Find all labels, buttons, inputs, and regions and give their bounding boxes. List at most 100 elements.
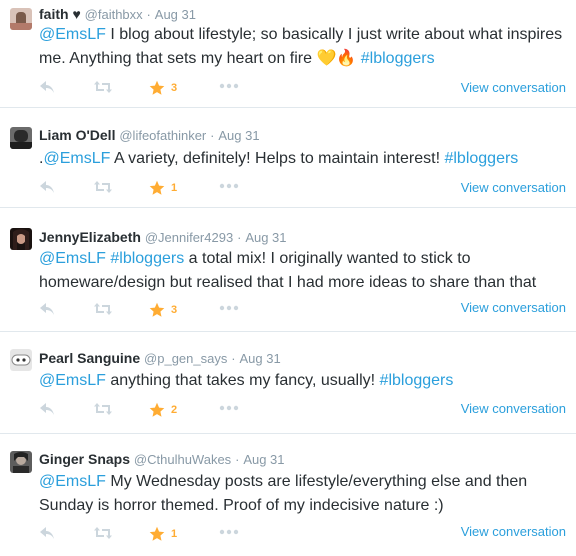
more-button[interactable]: [219, 83, 239, 89]
hashtag-link[interactable]: #lbloggers: [110, 250, 184, 267]
reply-icon: [40, 81, 54, 93]
display-name[interactable]: JennyElizabeth: [39, 229, 141, 245]
tweet-header: Liam O'Dell @lifeofathinker · Aug 31: [39, 127, 260, 143]
avatar[interactable]: [10, 8, 32, 30]
more-icon: [219, 305, 239, 311]
retweet-icon: [94, 303, 112, 315]
retweet-button[interactable]: [93, 526, 113, 540]
star-icon: [149, 180, 165, 195]
mention-link[interactable]: @EmsLF: [39, 250, 106, 267]
reply-icon: [40, 403, 54, 415]
tweet[interactable]: Liam O'Dell @lifeofathinker · Aug 31 .@E…: [0, 108, 576, 208]
retweet-icon: [94, 81, 112, 93]
reply-button[interactable]: [39, 402, 55, 416]
tweet-header: Ginger Snaps @CthulhuWakes · Aug 31: [39, 451, 285, 467]
favorite-button[interactable]: 3: [149, 80, 177, 96]
favorite-button[interactable]: 3: [149, 302, 177, 318]
reply-button[interactable]: [39, 80, 55, 94]
favorite-count: 1: [171, 528, 178, 540]
timestamp[interactable]: Aug 31: [245, 230, 286, 245]
favorite-button[interactable]: 1: [149, 180, 177, 196]
display-name[interactable]: Ginger Snaps: [39, 451, 130, 467]
retweet-button[interactable]: [93, 302, 113, 316]
tweet-text: @EmsLF My Wednesday posts are lifestyle/…: [39, 470, 569, 518]
more-icon: [219, 183, 239, 189]
reply-icon: [40, 181, 54, 193]
more-button[interactable]: [219, 183, 239, 189]
mention-link[interactable]: @EmsLF: [39, 473, 106, 490]
username[interactable]: @lifeofathinker: [119, 128, 206, 143]
reply-icon: [40, 527, 54, 539]
more-button[interactable]: [219, 529, 239, 535]
mention-link[interactable]: @EmsLF: [39, 372, 106, 389]
star-icon: [149, 80, 165, 95]
avatar[interactable]: [10, 228, 32, 250]
tweet-header: Pearl Sanguine @p_gen_says · Aug 31: [39, 350, 281, 366]
timestamp[interactable]: Aug 31: [218, 128, 259, 143]
hashtag-link[interactable]: #lbloggers: [380, 372, 454, 389]
username[interactable]: @CthulhuWakes: [134, 452, 231, 467]
tweet-header: faith ♥ @faithbxx · Aug 31: [39, 6, 196, 22]
more-icon: [219, 405, 239, 411]
view-conversation-link[interactable]: View conversation: [461, 524, 566, 539]
separator: ·: [146, 7, 151, 22]
tweet-text-segment: I blog about lifestyle; so basically I j…: [39, 26, 563, 67]
tweet[interactable]: Ginger Snaps @CthulhuWakes · Aug 31 @Ems…: [0, 434, 576, 556]
timestamp[interactable]: Aug 31: [155, 7, 196, 22]
username[interactable]: @Jennifer4293: [145, 230, 233, 245]
more-icon: [219, 83, 239, 89]
avatar[interactable]: [10, 451, 32, 473]
mention-link[interactable]: @EmsLF: [43, 150, 110, 167]
tweet-text: @EmsLF I blog about lifestyle; so basica…: [39, 23, 569, 71]
username[interactable]: @faithbxx: [85, 7, 143, 22]
star-icon: [149, 402, 165, 417]
tweet-text-segment: anything that takes my fancy, usually!: [105, 372, 380, 389]
avatar[interactable]: [10, 127, 32, 149]
retweet-button[interactable]: [93, 402, 113, 416]
star-icon: [149, 526, 165, 541]
more-icon: [219, 529, 239, 535]
tweet-text: @EmsLF anything that takes my fancy, usu…: [39, 369, 569, 393]
favorite-button[interactable]: 1: [149, 526, 177, 542]
view-conversation-link[interactable]: View conversation: [461, 401, 566, 416]
more-button[interactable]: [219, 305, 239, 311]
separator: ·: [235, 452, 240, 467]
retweet-icon: [94, 181, 112, 193]
retweet-icon: [94, 527, 112, 539]
retweet-icon: [94, 403, 112, 415]
favorite-count: 1: [171, 182, 178, 194]
display-name[interactable]: Pearl Sanguine: [39, 350, 140, 366]
view-conversation-link[interactable]: View conversation: [461, 80, 566, 95]
tweet[interactable]: JennyElizabeth @Jennifer4293 · Aug 31 @E…: [0, 208, 576, 332]
view-conversation-link[interactable]: View conversation: [461, 180, 566, 195]
tweet[interactable]: Pearl Sanguine @p_gen_says · Aug 31 @Ems…: [0, 332, 576, 434]
separator: ·: [237, 230, 242, 245]
view-conversation-link[interactable]: View conversation: [461, 300, 566, 315]
mention-link[interactable]: @EmsLF: [39, 26, 106, 43]
timestamp[interactable]: Aug 31: [243, 452, 284, 467]
favorite-count: 3: [171, 304, 178, 316]
hashtag-link[interactable]: #lbloggers: [361, 50, 435, 67]
favorite-count: 3: [171, 82, 178, 94]
more-button[interactable]: [219, 405, 239, 411]
username[interactable]: @p_gen_says: [144, 351, 227, 366]
reply-button[interactable]: [39, 180, 55, 194]
reply-button[interactable]: [39, 526, 55, 540]
retweet-button[interactable]: [93, 180, 113, 194]
avatar[interactable]: [10, 349, 32, 371]
retweet-button[interactable]: [93, 80, 113, 94]
tweet[interactable]: faith ♥ @faithbxx · Aug 31 @EmsLF I blog…: [0, 0, 576, 108]
timestamp[interactable]: Aug 31: [239, 351, 280, 366]
tweet-text-segment: My Wednesday posts are lifestyle/everyth…: [39, 473, 528, 514]
display-name[interactable]: Liam O'Dell: [39, 127, 115, 143]
hashtag-link[interactable]: #lbloggers: [444, 150, 518, 167]
tweet-text: .@EmsLF A variety, definitely! Helps to …: [39, 147, 569, 171]
display-name[interactable]: faith ♥: [39, 6, 81, 22]
favorite-button[interactable]: 2: [149, 402, 177, 418]
reply-button[interactable]: [39, 302, 55, 316]
tweet-text-segment: A variety, definitely! Helps to maintain…: [110, 150, 445, 167]
separator: ·: [231, 351, 236, 366]
star-icon: [149, 302, 165, 317]
separator: ·: [210, 128, 215, 143]
reply-icon: [40, 303, 54, 315]
